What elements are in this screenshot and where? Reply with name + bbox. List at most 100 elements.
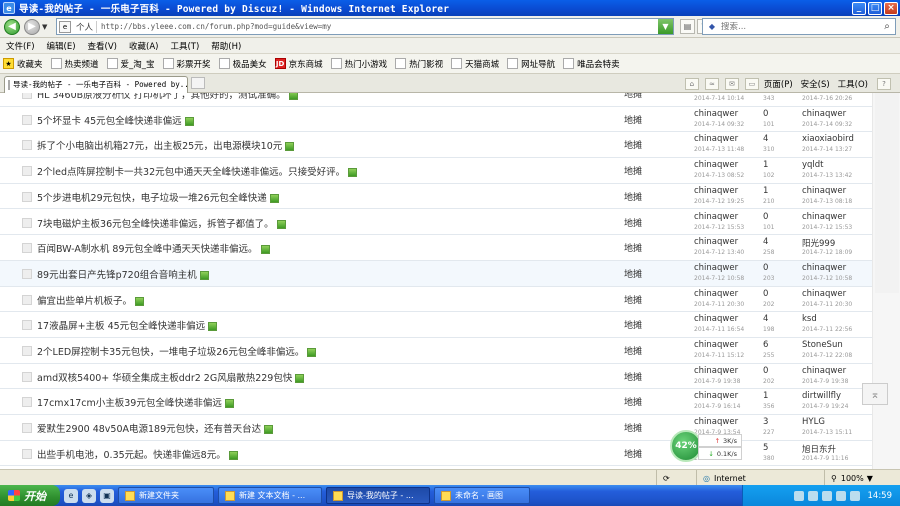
taskbar-window-button[interactable]: 未命名 - 画图 <box>434 487 530 504</box>
thread-title[interactable]: HL 3460B原液分析仪 打印机坏了，其他好的，测试准确。 <box>37 93 286 101</box>
thread-last-post-date[interactable]: 2014-7-16 20:26 <box>802 95 852 102</box>
table-row[interactable]: 7块电磁炉主板36元包全峰快递非偏远，拆管子都值了。 地摊 chinaqwer 201… <box>0 210 872 236</box>
thread-forum-link[interactable]: 地摊 <box>624 318 642 331</box>
taskbar-window-button[interactable]: 新建文件夹 <box>118 487 214 504</box>
help-icon[interactable]: ? <box>877 77 891 90</box>
page-menu[interactable]: 页面(P) <box>764 78 793 90</box>
thread-reply-count[interactable]: 1 <box>763 160 768 170</box>
thread-last-poster-link[interactable]: dirtwillfly <box>802 391 841 401</box>
thread-reply-count[interactable]: 0 <box>763 289 768 299</box>
search-provider-icon[interactable]: ◆ <box>703 22 721 31</box>
thread-title-link[interactable]: 偏宜出些单片机板子。 <box>37 293 145 307</box>
thread-last-post-date[interactable]: 2014-7-12 10:58 <box>802 275 852 282</box>
thread-title-link[interactable]: 89元出套日产先锋p720组合音响主机 <box>37 267 209 281</box>
tray-ime-icon[interactable] <box>849 490 860 501</box>
thread-title[interactable]: 出些手机电池，0.35元起。快递非偏远8元。 <box>37 450 226 461</box>
thread-last-post-date[interactable]: 2014-7-9 19:38 <box>802 378 848 385</box>
thread-last-poster-link[interactable]: ksd <box>802 314 817 324</box>
address-bar[interactable]: e 个人 http://bbs.yleee.com.cn/forum.php?m… <box>56 18 674 35</box>
thread-author-link[interactable]: chinaqwer <box>694 237 738 247</box>
thread-last-poster-link[interactable]: yqldt <box>802 160 824 170</box>
thread-last-poster-link[interactable]: HYLG <box>802 417 825 427</box>
thread-last-post-date[interactable]: 2014-7-13 13:42 <box>802 172 852 179</box>
thread-title-link[interactable]: 2个led点阵屏控制卡一共32元包中通天天全峰快递非偏远。只接受好评。 <box>37 164 358 178</box>
table-row[interactable]: 89元出套日产先锋p720组合音响主机 地摊 chinaqwer 2014-7-12 … <box>0 260 872 287</box>
thread-forum-link[interactable]: 地摊 <box>624 293 642 306</box>
table-row[interactable]: 5个坏显卡 45元包全峰快递非偏远 地摊 chinaqwer 2014-7-14 09… <box>0 107 872 133</box>
thread-last-poster-link[interactable]: 旭日东升 <box>802 443 836 455</box>
thread-reply-count[interactable]: 0 <box>763 366 768 376</box>
thread-reply-count[interactable]: 4 <box>763 134 768 144</box>
forward-button[interactable]: ▶ <box>24 18 40 35</box>
fav-item-navigation[interactable]: 网址导航 <box>504 58 560 70</box>
thread-author-link[interactable]: chinaqwer <box>694 340 738 350</box>
menu-help[interactable]: 帮助(H) <box>205 40 247 52</box>
quicklaunch-desktop-icon[interactable]: ▣ <box>100 488 114 503</box>
thread-reply-count[interactable]: 1 <box>763 186 768 196</box>
fav-item-jd[interactable]: JD 京东商城 <box>272 58 328 70</box>
fav-item-vip[interactable]: 唯品会特卖 <box>560 58 625 70</box>
maximize-button[interactable]: □ <box>868 1 882 15</box>
thread-title[interactable]: 偏宜出些单片机板子。 <box>37 296 132 307</box>
table-row[interactable]: 2个led点阵屏控制卡一共32元包中通天天全峰快递非偏远。只接受好评。 地摊 chi… <box>0 158 872 184</box>
thread-forum-link[interactable]: 地摊 <box>624 93 642 100</box>
table-row[interactable]: 17液晶屏+主板 45元包全峰快递非偏远 地摊 chinaqwer 2014-7-11… <box>0 312 872 338</box>
fav-item-games[interactable]: 热门小游戏 <box>328 58 393 70</box>
thread-forum-link[interactable]: 地摊 <box>624 421 642 434</box>
thread-title-link[interactable]: 17cmx17cm小主板39元包全峰快递非偏远 <box>37 395 234 409</box>
network-speed-widget[interactable]: 42% ↑ 3K/s ↓ 0.1K/s <box>670 430 742 462</box>
table-row[interactable]: amd双核5400+ 华硕全集成主板ddr2 2G风扇散热229包快 地摊 chin… <box>0 364 872 390</box>
thread-last-post-date[interactable]: 2014-7-9 11:16 <box>802 455 848 462</box>
menu-favorites[interactable]: 收藏(A) <box>123 40 164 52</box>
thread-author-link[interactable]: chinaqwer <box>694 160 738 170</box>
thread-author-link[interactable]: chinaqwer <box>694 391 738 401</box>
taskbar-window-button[interactable]: 新建 文本文档 - ... <box>218 487 322 504</box>
back-button[interactable]: ◀ <box>4 18 20 35</box>
favorites-button[interactable]: ★ 收藏夹 <box>0 58 48 70</box>
fav-item-taobao[interactable]: 爱_淘_宝 <box>104 58 160 70</box>
thread-author-link[interactable]: chinaqwer <box>694 109 738 119</box>
thread-title-link[interactable]: 百闻BW-A制水机 89元包全峰中通天天快递非偏远。 <box>37 241 270 255</box>
thread-reply-count[interactable]: 1 <box>763 391 768 401</box>
zoom-dropdown-icon[interactable]: ▼ <box>867 474 873 483</box>
thread-reply-count[interactable]: 4 <box>763 237 768 247</box>
thread-author-link[interactable]: chinaqwer <box>694 134 738 144</box>
thread-forum-link[interactable]: 地摊 <box>624 113 642 126</box>
thread-reply-count[interactable]: 0 <box>763 109 768 119</box>
fav-item-movies[interactable]: 热门影视 <box>392 58 448 70</box>
menu-view[interactable]: 查看(V) <box>82 40 123 52</box>
taskbar-window-button[interactable]: 导读-我的帖子 - ... <box>326 487 430 504</box>
tray-network-icon[interactable] <box>807 490 818 501</box>
window-titlebar[interactable]: e 导读-我的帖子 - 一乐电子百科 - Powered by Discuz! … <box>0 0 900 16</box>
compat-view-icon[interactable]: ▤ <box>680 19 695 34</box>
new-tab-button[interactable] <box>191 77 205 89</box>
thread-author-link[interactable]: chinaqwer <box>694 314 738 324</box>
thread-forum-link[interactable]: 地摊 <box>624 447 642 460</box>
table-row[interactable]: 拆了个小电脑出机箱27元，出主板25元，出电源模块10元 地摊 chinaqwer 2… <box>0 132 872 159</box>
thread-forum-link[interactable]: 地摊 <box>624 370 642 383</box>
table-row[interactable]: HL 3460B原液分析仪 打印机坏了，其他好的，测试准确。地摊chinaqwe… <box>0 93 872 107</box>
thread-reply-count[interactable]: 0 <box>763 263 768 273</box>
thread-reply-count[interactable]: 0 <box>763 212 768 222</box>
search-input[interactable] <box>721 21 879 32</box>
fav-item-beauty[interactable]: 极品美女 <box>216 58 272 70</box>
menu-edit[interactable]: 编辑(E) <box>41 40 82 52</box>
thread-title[interactable]: 百闻BW-A制水机 89元包全峰中通天天快递非偏远。 <box>37 244 258 255</box>
close-button[interactable]: × <box>884 1 898 15</box>
tab-active[interactable]: 导读-我的帖子 - 一乐电子百科 - Powered by... <box>4 75 188 93</box>
search-icon[interactable]: ⌕ <box>879 21 895 32</box>
tray-security-icon[interactable] <box>835 490 846 501</box>
address-url[interactable]: http://bbs.yleee.com.cn/forum.php?mod=gu… <box>97 22 658 31</box>
thread-title-link[interactable]: HL 3460B原液分析仪 打印机坏了，其他好的，测试准确。 <box>37 93 298 101</box>
thread-author-link[interactable]: chinaqwer <box>694 212 738 222</box>
thread-forum-link[interactable]: 地摊 <box>624 216 642 229</box>
thread-title[interactable]: 拆了个小电脑出机箱27元，出主板25元，出电源模块10元 <box>37 141 282 152</box>
table-row[interactable]: 17cmx17cm小主板39元包全峰快递非偏远 地摊 chinaqwer 2014-7… <box>0 389 872 416</box>
recent-pages-dropdown-icon[interactable]: ▼ <box>42 23 47 31</box>
thread-title-link[interactable]: 5个步进电机29元包快，电子垃圾一堆26元包全峰快递 <box>37 190 279 204</box>
fav-item-lottery[interactable]: 彩票开奖 <box>160 58 216 70</box>
thread-last-post-date[interactable]: 2014-7-9 19:24 <box>802 403 848 410</box>
thread-title[interactable]: amd双核5400+ 华硕全集成主板ddr2 2G风扇散热229包快 <box>37 373 292 384</box>
thread-reply-count[interactable]: 4 <box>763 314 768 324</box>
thread-title[interactable]: 89元出套日产先锋p720组合音响主机 <box>37 270 197 281</box>
